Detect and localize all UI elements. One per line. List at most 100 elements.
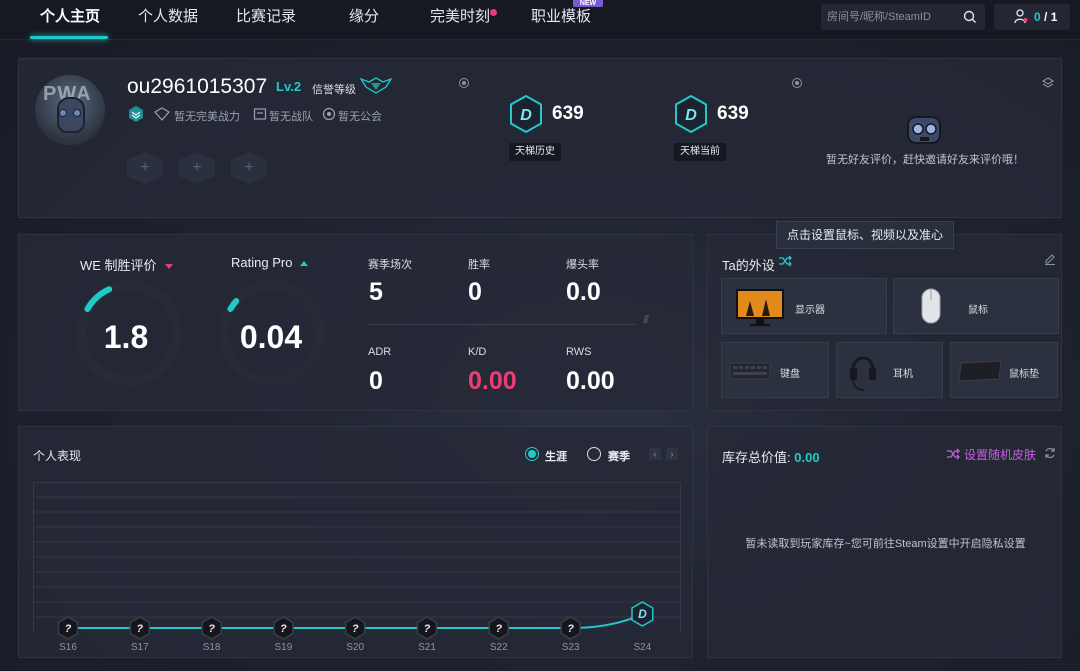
gear-panel: Ta的外设 显示器 鼠标 键盘 耳机 鼠标垫 xyxy=(707,234,1062,411)
season-label-S20: S20 xyxy=(346,642,365,653)
layers-icon[interactable] xyxy=(1042,77,1054,89)
season-label-S19: S19 xyxy=(274,642,293,653)
inventory-total-value: 0.00 xyxy=(794,450,820,465)
season-rank-letter: ? xyxy=(280,623,287,635)
headset-label: 耳机 xyxy=(893,369,913,380)
info-dot-icon-2[interactable] xyxy=(792,78,802,88)
top-navigation: 个人主页 个人数据 比赛记录 缘分 完美时刻 职业模板 NEW 0 / 1 xyxy=(0,0,1080,40)
tab-perfect-moments[interactable]: 完美时刻 xyxy=(430,0,490,40)
season-rank-S16[interactable]: ? xyxy=(57,616,79,640)
badge-slot-1[interactable]: + xyxy=(127,152,163,184)
search-icon[interactable] xyxy=(963,10,977,24)
avatar[interactable]: PWA xyxy=(35,75,105,145)
gear-mousepad[interactable]: 鼠标垫 xyxy=(950,342,1058,398)
performance-panel: 个人表现 生涯 赛季 ‹ › ???????? D S16 S17 S18 S19 S20… xyxy=(18,426,693,658)
season-label-S23: S23 xyxy=(561,642,580,653)
badge-slot-2[interactable]: + xyxy=(179,152,215,184)
season-label-S17: S17 xyxy=(130,642,149,653)
ladder-current-score: 639 xyxy=(717,103,749,124)
inventory-empty-message: 暂未读取到玩家库存~您可前往Steam设置中开启隐私设置 xyxy=(745,538,1026,550)
keyboard-icon xyxy=(729,362,771,380)
rank-letter: D xyxy=(520,107,532,124)
rank-chevron-icon xyxy=(129,106,143,122)
performance-chart: ??????? ? D xyxy=(33,496,681,640)
season-matches-label: 赛季场次 xyxy=(368,259,412,271)
gear-monitor[interactable]: 显示器 xyxy=(721,278,887,334)
stats-panel: WE 制胜评价 1.8 Rating Pro 0.04 赛季场次 5 胜率 0 … xyxy=(18,234,693,411)
we-rating-label: WE 制胜评价 xyxy=(80,255,173,274)
season-matches-value: 5 xyxy=(369,278,383,306)
inventory-total: 库存总价值: 0.00 xyxy=(722,450,820,465)
search-input[interactable] xyxy=(827,7,957,27)
season-label-S18: S18 xyxy=(202,642,221,653)
rws-label: RWS xyxy=(566,346,592,358)
season-rank-letter: ? xyxy=(352,623,359,635)
perfect-power-icon xyxy=(154,107,170,121)
tab-match-records[interactable]: 比赛记录 xyxy=(236,0,296,40)
new-badge: NEW xyxy=(573,0,603,7)
down-arrow-icon xyxy=(164,264,173,270)
badge-slot-3[interactable]: + xyxy=(231,152,267,184)
season-rank-S20[interactable]: ? xyxy=(344,616,366,640)
season-rank-S17[interactable]: ? xyxy=(129,616,151,640)
credit-level-label: 信誉等级 xyxy=(312,84,356,96)
headset-icon xyxy=(850,356,876,391)
season-rank-S22[interactable]: ? xyxy=(488,616,510,640)
edit-icon[interactable] xyxy=(1044,253,1056,265)
rank-d-badge-icon: D xyxy=(675,95,707,133)
credit-shield-icon[interactable] xyxy=(359,75,393,95)
avatar-eye-right xyxy=(73,109,81,117)
kd-label: K/D xyxy=(468,346,487,358)
no-team: 暂无战队 xyxy=(269,111,313,123)
rank-letter: D xyxy=(685,107,697,124)
season-label-S24: S24 xyxy=(633,642,652,653)
guild-icon xyxy=(322,107,336,121)
new-dot-indicator xyxy=(490,9,497,16)
headshot-value: 0.0 xyxy=(566,278,601,306)
season-rank-letter: ? xyxy=(424,623,431,635)
friend-requests-button[interactable]: 0 / 1 xyxy=(994,4,1070,30)
mouse-label: 鼠标 xyxy=(968,305,988,316)
player-level: Lv.2 xyxy=(276,79,302,94)
season-rank-S24[interactable]: D xyxy=(631,601,654,627)
season-label-S22: S22 xyxy=(489,642,508,653)
season-label-S16: S16 xyxy=(59,642,77,653)
tab-personal-data[interactable]: 个人数据 xyxy=(138,0,198,40)
rating-pro-value: 0.04 xyxy=(239,319,303,355)
inventory-panel: 库存总价值: 0.00 设置随机皮肤 暂未读取到玩家库存~您可前往Steam设置… xyxy=(707,426,1062,658)
monitor-icon xyxy=(736,289,784,326)
season-rank-letter: ? xyxy=(567,623,574,635)
gear-mouse[interactable]: 鼠标 xyxy=(893,278,1059,334)
season-rank-S21[interactable]: ? xyxy=(416,616,438,640)
season-rank-S23[interactable]: ? xyxy=(560,616,581,640)
tab-fate[interactable]: 缘分 xyxy=(349,0,379,40)
set-random-skin-button[interactable]: 设置随机皮肤 xyxy=(964,446,1036,463)
shuffle-icon[interactable] xyxy=(946,448,960,460)
gear-headset[interactable]: 耳机 xyxy=(836,342,943,398)
up-arrow-icon xyxy=(300,261,309,267)
refresh-icon[interactable] xyxy=(1044,447,1056,459)
shuffle-icon[interactable] xyxy=(778,255,792,267)
keyboard-label: 键盘 xyxy=(780,369,800,380)
winrate-label: 胜率 xyxy=(468,259,490,271)
team-icon xyxy=(253,108,267,120)
monitor-label: 显示器 xyxy=(795,305,825,316)
search-box xyxy=(821,4,985,30)
users-icon xyxy=(1014,9,1028,24)
mouse-icon xyxy=(921,288,941,324)
tab-home[interactable]: 个人主页 xyxy=(40,0,100,40)
gear-keyboard[interactable]: 键盘 xyxy=(721,342,829,398)
active-tab-underline xyxy=(30,36,108,39)
we-rating-value: 1.8 xyxy=(103,319,149,355)
adr-label: ADR xyxy=(368,346,392,358)
info-dot-icon[interactable] xyxy=(459,78,469,88)
gear-title: Ta的外设 xyxy=(722,258,775,273)
decorative-slashes: //// xyxy=(643,314,649,326)
friend-evaluation-empty: 暂无好友评价，赶快邀请好友来评价哦！ xyxy=(826,154,1024,166)
season-rank-letter: ? xyxy=(65,623,72,635)
season-rank-S18[interactable]: ? xyxy=(201,616,222,640)
season-rank-S19[interactable]: ? xyxy=(273,616,294,640)
profile-panel: PWA ou2961015307 Lv.2 信誉等级 暂无完美战力 暂无战队 暂… xyxy=(18,58,1062,218)
username: ou2961015307 xyxy=(127,75,268,98)
mousepad-label: 鼠标垫 xyxy=(1009,369,1039,380)
